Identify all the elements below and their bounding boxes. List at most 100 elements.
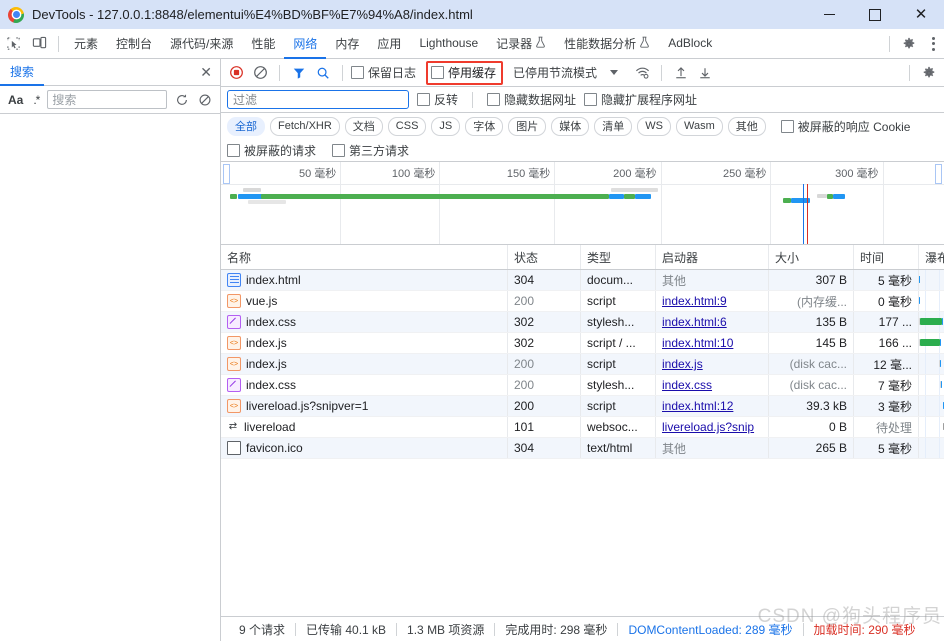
- invert-checkbox[interactable]: 反转: [417, 91, 458, 108]
- generic-icon: [227, 441, 241, 455]
- third-party-check[interactable]: [332, 143, 346, 157]
- type-chip-CSS[interactable]: CSS: [387, 116, 427, 136]
- regex-icon[interactable]: .*: [31, 93, 41, 107]
- initiator-link[interactable]: index.html:6: [662, 315, 727, 329]
- table-row[interactable]: ⇄ livereload 101 websoc... livereload.js?sni…: [221, 417, 944, 438]
- blocked-requests-checkbox[interactable]: 被屏蔽的请求: [227, 142, 316, 159]
- more-options-icon[interactable]: [922, 32, 944, 56]
- blocked-cookies-checkbox[interactable]: 被屏蔽的响应 Cookie: [780, 118, 910, 135]
- request-name: livereload.js?snipver=1: [246, 399, 369, 413]
- hide-extension-urls-check[interactable]: [584, 93, 598, 106]
- table-row[interactable]: <> vue.js 200 script index.html:9 (内存缓... 0 毫秒: [221, 291, 944, 312]
- tab-性能数据分析[interactable]: 性能数据分析: [555, 29, 659, 59]
- column-header-状态[interactable]: 状态: [508, 245, 581, 269]
- hide-data-urls-checkbox[interactable]: 隐藏数据网址: [487, 91, 576, 108]
- import-har-icon[interactable]: [670, 62, 692, 84]
- type-chip-字体[interactable]: 字体: [465, 116, 504, 136]
- type-chip-其他[interactable]: 其他: [727, 116, 766, 136]
- waterfall-gridline: [924, 270, 926, 290]
- record-icon[interactable]: [225, 62, 247, 84]
- tab-应用[interactable]: 应用: [368, 29, 410, 59]
- minimize-button[interactable]: [806, 0, 852, 29]
- table-row[interactable]: index.html 304 docum... 其他 307 B5 毫秒: [221, 270, 944, 291]
- window-title: DevTools - 127.0.0.1:8848/elementui%E4%B…: [32, 7, 473, 22]
- tab-性能[interactable]: 性能: [242, 29, 284, 59]
- blocked-requests-check[interactable]: [227, 143, 240, 157]
- invert-check[interactable]: [417, 93, 430, 106]
- cell-time: 待处理: [854, 417, 919, 437]
- column-header-大小[interactable]: 大小: [769, 245, 854, 269]
- type-chip-WS[interactable]: WS: [637, 116, 671, 136]
- export-har-icon[interactable]: [694, 62, 716, 84]
- close-button[interactable]: ✕: [898, 0, 944, 29]
- type-chip-全部[interactable]: 全部: [227, 116, 265, 136]
- tab-search[interactable]: 搜索: [0, 59, 45, 86]
- initiator-link[interactable]: index.html:10: [662, 336, 733, 350]
- column-header-时间[interactable]: 时间: [854, 245, 919, 269]
- initiator-link[interactable]: index.js: [662, 357, 703, 371]
- tab-控制台[interactable]: 控制台: [107, 29, 161, 59]
- throttling-label[interactable]: 已停用节流模式: [513, 64, 597, 81]
- table-row[interactable]: <> index.js 200 script index.js (disk cac... 1…: [221, 354, 944, 375]
- chevron-down-icon[interactable]: [603, 62, 625, 84]
- tab-Lighthouse[interactable]: Lighthouse: [410, 29, 487, 59]
- table-row[interactable]: <> livereload.js?snipver=1 200 script index.…: [221, 396, 944, 417]
- tab-网络[interactable]: 网络: [284, 29, 327, 59]
- column-header-瀑布[interactable]: 瀑布▲: [919, 245, 944, 269]
- blocked-cookies-check[interactable]: [780, 119, 794, 133]
- tab-记录器[interactable]: 记录器: [487, 29, 555, 59]
- type-chip-图片[interactable]: 图片: [508, 116, 547, 136]
- disable-cache-check[interactable]: [431, 65, 445, 79]
- inspect-element-icon[interactable]: [0, 30, 26, 58]
- column-header-类型[interactable]: 类型: [581, 245, 656, 269]
- table-row[interactable]: favicon.ico 304 text/html 其他 265 B5 毫秒: [221, 438, 944, 459]
- network-conditions-icon[interactable]: [631, 62, 653, 84]
- cell-status: 200: [508, 354, 581, 374]
- type-chip-媒体[interactable]: 媒体: [551, 116, 590, 136]
- filter-icon[interactable]: [288, 62, 310, 84]
- close-icon[interactable]: ✕: [200, 65, 212, 79]
- overview-left-handle[interactable]: [223, 164, 230, 184]
- column-header-启动器[interactable]: 启动器: [656, 245, 769, 269]
- disable-cache-highlight[interactable]: 停用缓存: [426, 60, 504, 85]
- clear-requests-icon[interactable]: [249, 62, 271, 84]
- search-input[interactable]: 搜索: [47, 90, 168, 109]
- network-settings-gear-icon[interactable]: [918, 62, 940, 84]
- maximize-button[interactable]: [852, 0, 898, 29]
- search-results-area: [0, 114, 220, 641]
- type-chip-文档[interactable]: 文档: [344, 116, 383, 136]
- overview-segment: [242, 188, 262, 192]
- device-toolbar-icon[interactable]: [26, 30, 52, 58]
- cell-name: <> index.js: [221, 333, 508, 353]
- search-icon[interactable]: [312, 62, 334, 84]
- tab-AdBlock[interactable]: AdBlock: [659, 29, 721, 59]
- initiator-link[interactable]: index.css: [662, 378, 712, 392]
- match-case-icon[interactable]: Aa: [6, 93, 25, 107]
- overview-right-handle[interactable]: [935, 164, 942, 184]
- refresh-icon[interactable]: [173, 89, 190, 111]
- filter-input[interactable]: 过滤: [227, 90, 409, 109]
- type-chip-Fetch/XHR[interactable]: Fetch/XHR: [270, 116, 340, 136]
- tab-内存[interactable]: 内存: [326, 29, 368, 59]
- third-party-checkbox[interactable]: 第三方请求: [332, 142, 409, 159]
- table-row[interactable]: index.css 200 stylesh... index.css (disk cac…: [221, 375, 944, 396]
- network-overview-timeline[interactable]: 50 毫秒 100 毫秒 150 毫秒 200 毫秒 250 毫秒 300 毫秒: [221, 162, 944, 245]
- initiator-link[interactable]: index.html:9: [662, 294, 727, 308]
- clear-icon[interactable]: [197, 89, 214, 111]
- table-row[interactable]: index.css 302 stylesh... index.html:6 135 B1…: [221, 312, 944, 333]
- initiator-link[interactable]: index.html:12: [662, 399, 733, 413]
- column-header-名称[interactable]: 名称: [221, 245, 508, 269]
- hide-data-urls-check[interactable]: [487, 93, 501, 106]
- tab-元素[interactable]: 元素: [65, 29, 107, 59]
- table-body: index.html 304 docum... 其他 307 B5 毫秒 <> vue.js…: [221, 270, 944, 616]
- type-chip-JS[interactable]: JS: [431, 116, 461, 136]
- preserve-log-check[interactable]: [351, 66, 364, 79]
- tab-源代码/来源[interactable]: 源代码/来源: [161, 29, 242, 59]
- gear-icon[interactable]: [896, 30, 922, 58]
- type-chip-清单[interactable]: 清单: [594, 116, 633, 136]
- preserve-log-checkbox[interactable]: 保留日志: [351, 64, 416, 81]
- initiator-link[interactable]: livereload.js?snip: [662, 420, 754, 434]
- type-chip-Wasm[interactable]: Wasm: [676, 116, 723, 136]
- hide-extension-urls-checkbox[interactable]: 隐藏扩展程序网址: [584, 91, 697, 108]
- table-row[interactable]: <> index.js 302 script / ... index.html:10 14…: [221, 333, 944, 354]
